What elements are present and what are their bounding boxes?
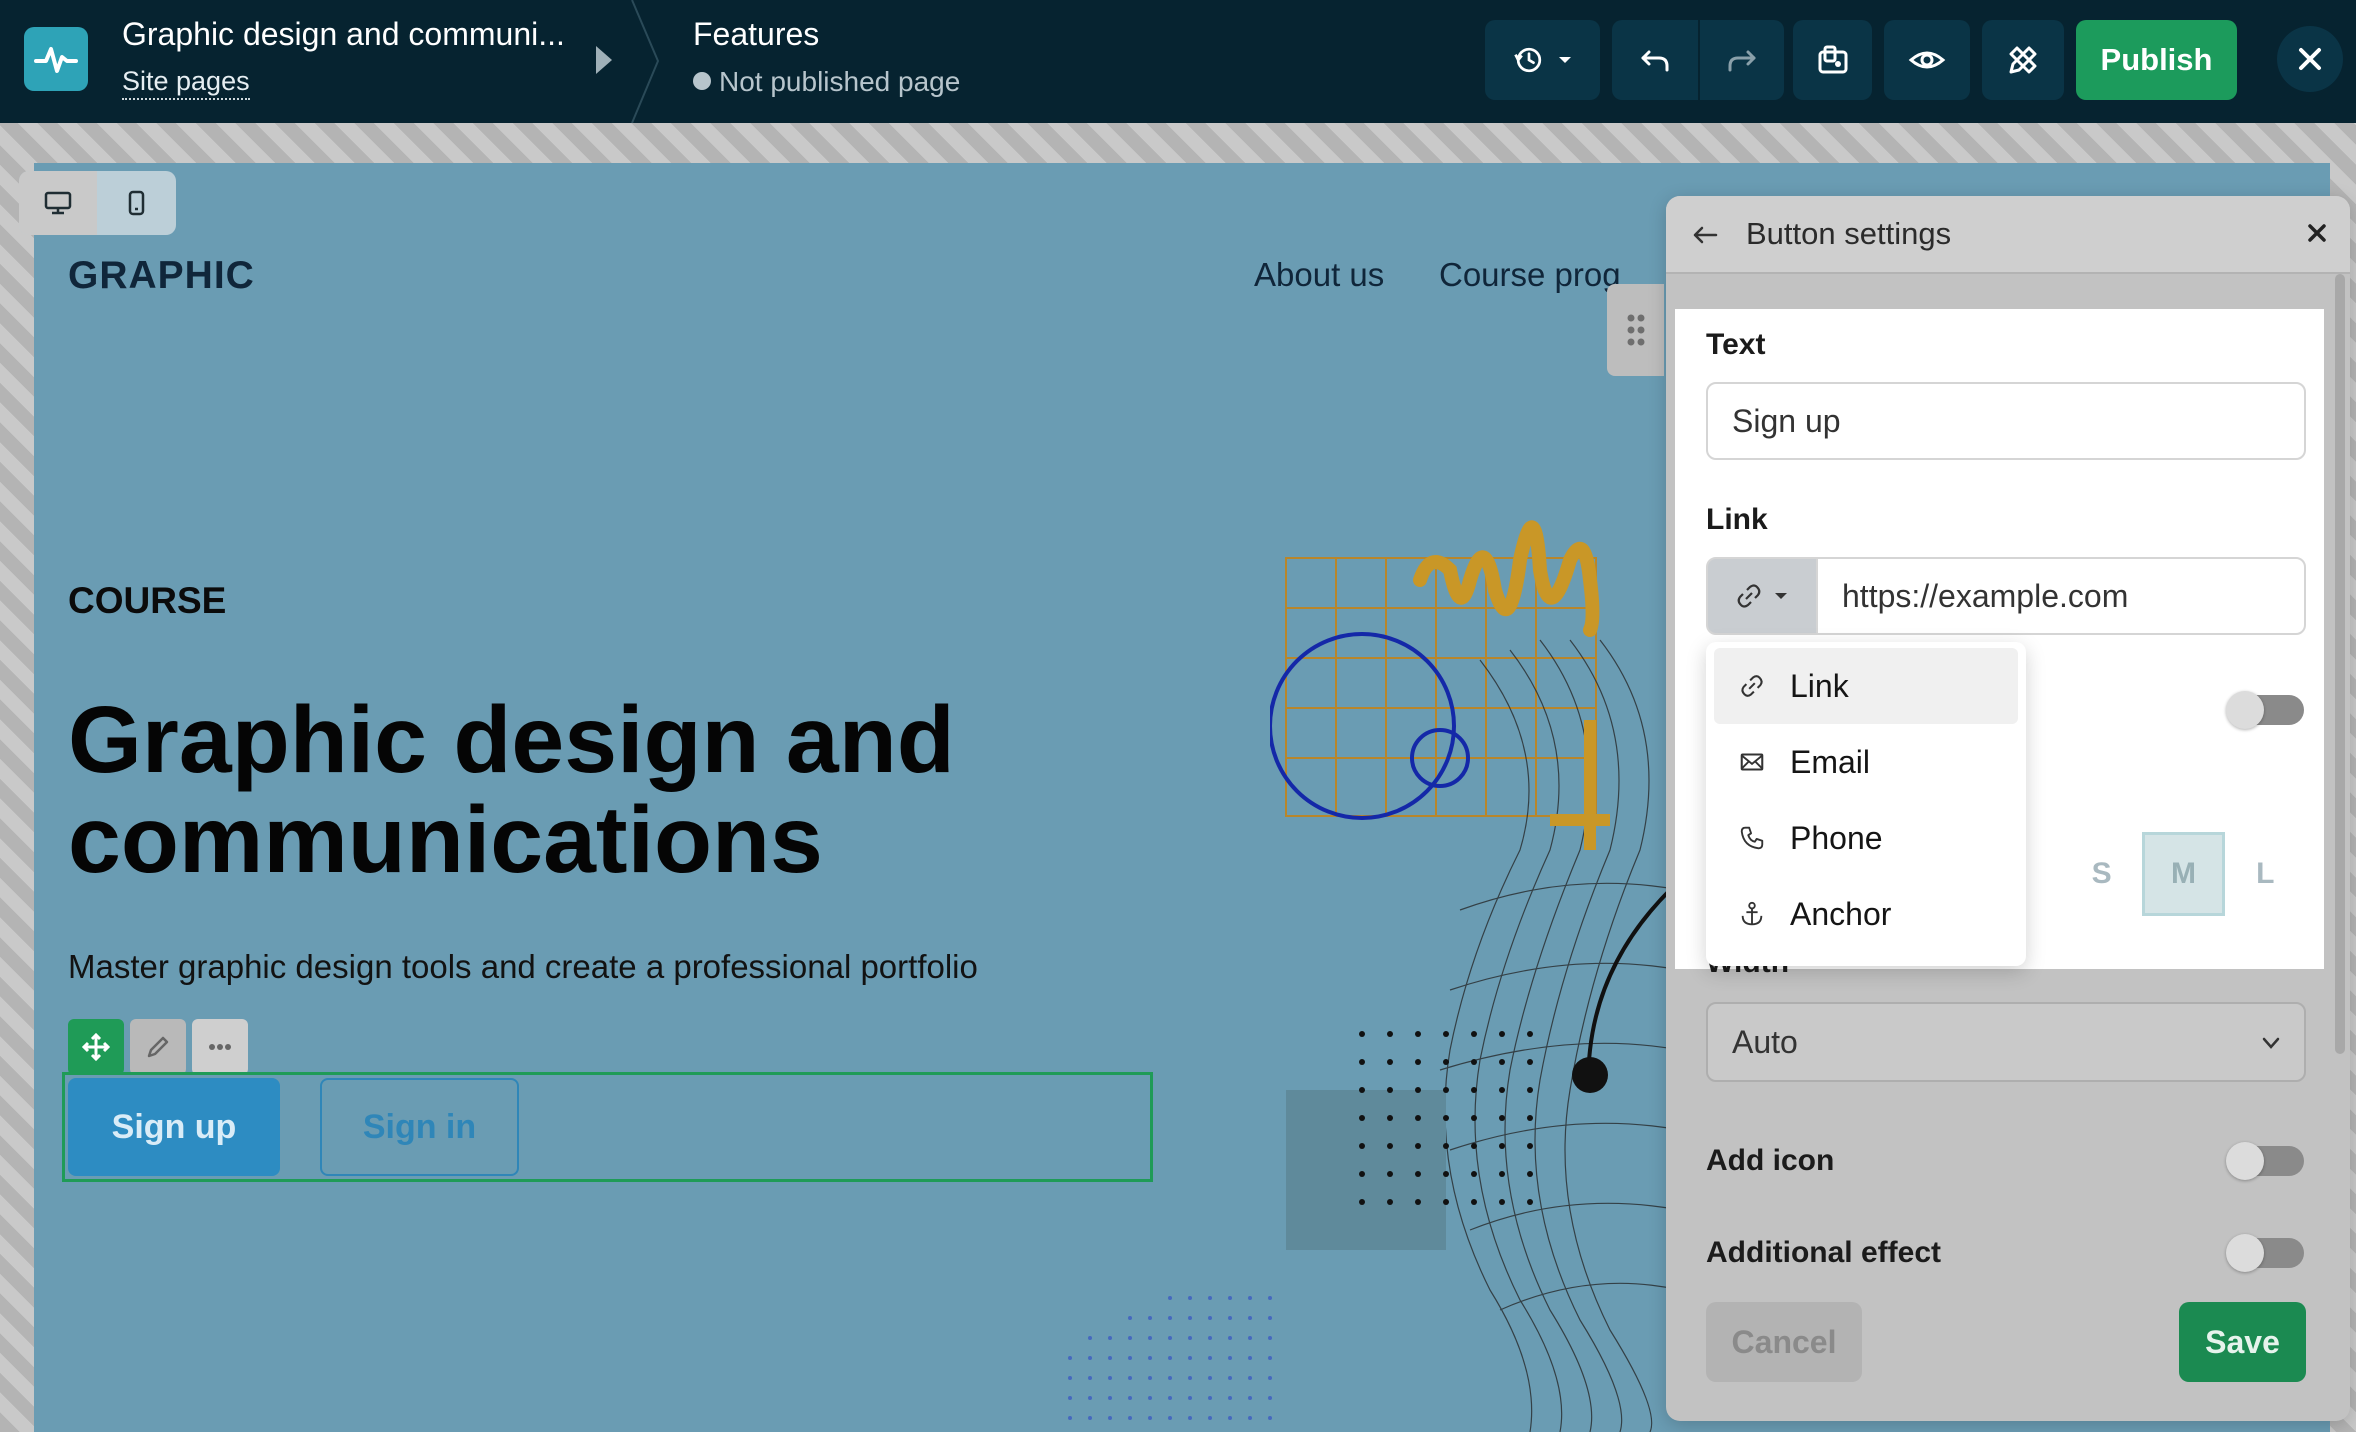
link-type-option-link[interactable]: Link	[1714, 648, 2018, 724]
caret-down-icon	[1558, 57, 1571, 63]
more-icon	[209, 1044, 231, 1050]
envelope-icon	[1740, 753, 1764, 771]
chevron-down-icon	[2262, 1037, 2280, 1049]
publish-button[interactable]: Publish	[2076, 20, 2237, 100]
decorative-illustration	[1270, 520, 1680, 1432]
page-name[interactable]: Features	[693, 16, 819, 53]
link-field-label: Link	[1706, 503, 1768, 536]
undo-button[interactable]	[1612, 20, 1698, 100]
cancel-button[interactable]: Cancel	[1706, 1302, 1862, 1382]
close-editor-button[interactable]	[2277, 26, 2343, 92]
link-type-option-anchor[interactable]: Anchor	[1714, 876, 2018, 952]
site-pages-link[interactable]: Site pages	[122, 66, 250, 100]
preview-button[interactable]	[1884, 20, 1970, 100]
hero-title-line-1: Graphic design and	[68, 687, 955, 793]
button-text-input[interactable]: Sign up	[1706, 382, 2306, 460]
teal-square	[1286, 1090, 1446, 1250]
status-dot-icon	[693, 72, 711, 90]
hero-title-line-2: communications	[68, 787, 823, 893]
save-button[interactable]: Save	[2179, 1302, 2306, 1382]
size-option-s[interactable]: S	[2061, 832, 2142, 916]
text-field-label: Text	[1706, 328, 1766, 361]
design-tools-button[interactable]	[1982, 20, 2064, 100]
caret-down-icon	[1775, 593, 1787, 599]
panel-scrollbar[interactable]	[2330, 274, 2350, 1421]
close-icon	[2299, 48, 2321, 70]
eye-icon	[1908, 51, 1946, 69]
desktop-view-button[interactable]	[19, 171, 97, 235]
width-select-value: Auto	[1732, 1023, 1798, 1060]
page-settings-button[interactable]	[1793, 20, 1872, 100]
anchor-icon	[1741, 901, 1763, 926]
link-url-input[interactable]: https://example.com	[1816, 557, 2306, 635]
history-icon	[1513, 47, 1541, 73]
app-logo-icon[interactable]	[24, 27, 88, 91]
pencil-ruler-icon	[2009, 46, 2037, 74]
history-button[interactable]	[1485, 20, 1600, 100]
toggle-knob	[2226, 691, 2264, 729]
squiggle-decoration	[1413, 520, 1600, 637]
palette-icon	[1818, 45, 1847, 74]
page-status: Not published page	[693, 66, 960, 98]
redo-icon	[1728, 50, 1756, 72]
dropdown-item-label: Anchor	[1790, 895, 1892, 932]
mobile-view-button[interactable]	[97, 171, 175, 235]
black-dot	[1572, 1057, 1608, 1093]
link-type-option-phone[interactable]: Phone	[1714, 800, 2018, 876]
nav-link-course-program[interactable]: Course prog	[1439, 256, 1621, 294]
top-bar: Graphic design and communi... Site pages…	[0, 0, 2356, 123]
link-icon	[1741, 675, 1763, 697]
site-title[interactable]: Graphic design and communi...	[122, 16, 565, 53]
dropdown-item-label: Phone	[1790, 819, 1883, 856]
panel-title: Button settings	[1746, 216, 1952, 251]
pencil-icon	[147, 1036, 169, 1058]
additional-effect-toggle[interactable]	[2226, 1234, 2304, 1272]
device-switcher	[19, 171, 176, 235]
width-select[interactable]: Auto	[1706, 1002, 2306, 1082]
open-in-new-tab-toggle[interactable]	[2226, 691, 2304, 729]
site-brand[interactable]: GRAPHIC	[68, 254, 255, 298]
undo-icon	[1641, 50, 1669, 72]
blue-dot-pattern	[1068, 1296, 1272, 1420]
toggle-knob	[2226, 1142, 2264, 1180]
toggle-knob	[2226, 1234, 2264, 1272]
sign-up-button[interactable]: Sign up	[68, 1078, 280, 1176]
additional-effect-label: Additional effect	[1706, 1236, 1942, 1269]
mobile-icon	[128, 190, 145, 216]
move-icon	[81, 1032, 111, 1062]
link-type-selector[interactable]	[1706, 557, 1818, 635]
hero-title[interactable]: Graphic design and communications	[68, 690, 1168, 890]
back-arrow-icon[interactable]	[1690, 220, 1720, 250]
size-selector: S M L	[2061, 832, 2306, 916]
redo-button[interactable]	[1700, 20, 1784, 100]
breadcrumb-separator	[631, 0, 660, 123]
element-toolbar	[68, 1019, 248, 1075]
panel-drag-handle[interactable]	[1607, 284, 1664, 376]
size-option-l[interactable]: L	[2225, 832, 2306, 916]
add-icon-toggle[interactable]	[2226, 1142, 2304, 1180]
drag-handle-icon	[1627, 314, 1644, 346]
phone-icon	[1740, 826, 1764, 850]
link-icon	[1737, 584, 1761, 608]
close-icon[interactable]	[2302, 218, 2332, 248]
hero-subtitle[interactable]: Master graphic design tools and create a…	[68, 948, 978, 986]
desktop-icon	[44, 191, 72, 215]
add-icon-label: Add icon	[1706, 1144, 1835, 1177]
nav-link-about-us[interactable]: About us	[1254, 256, 1384, 294]
scrollbar-thumb[interactable]	[2335, 274, 2345, 1054]
chevron-right-icon[interactable]	[592, 40, 616, 80]
course-label[interactable]: COURSE	[68, 580, 226, 622]
dropdown-item-label: Link	[1790, 667, 1849, 704]
panel-header: Button settings	[1666, 196, 2350, 274]
page-status-text: Not published page	[719, 66, 961, 97]
link-type-dropdown: Link Email Phone Anchor	[1706, 642, 2026, 966]
blue-circle-large	[1270, 632, 1456, 820]
size-option-m[interactable]: M	[2142, 832, 2225, 916]
link-type-option-email[interactable]: Email	[1714, 724, 2018, 800]
dropdown-item-label: Email	[1790, 743, 1871, 780]
edit-element-button[interactable]	[130, 1019, 186, 1075]
move-handle[interactable]	[68, 1019, 124, 1075]
sign-in-button[interactable]: Sign in	[320, 1078, 519, 1176]
more-options-button[interactable]	[192, 1019, 248, 1075]
